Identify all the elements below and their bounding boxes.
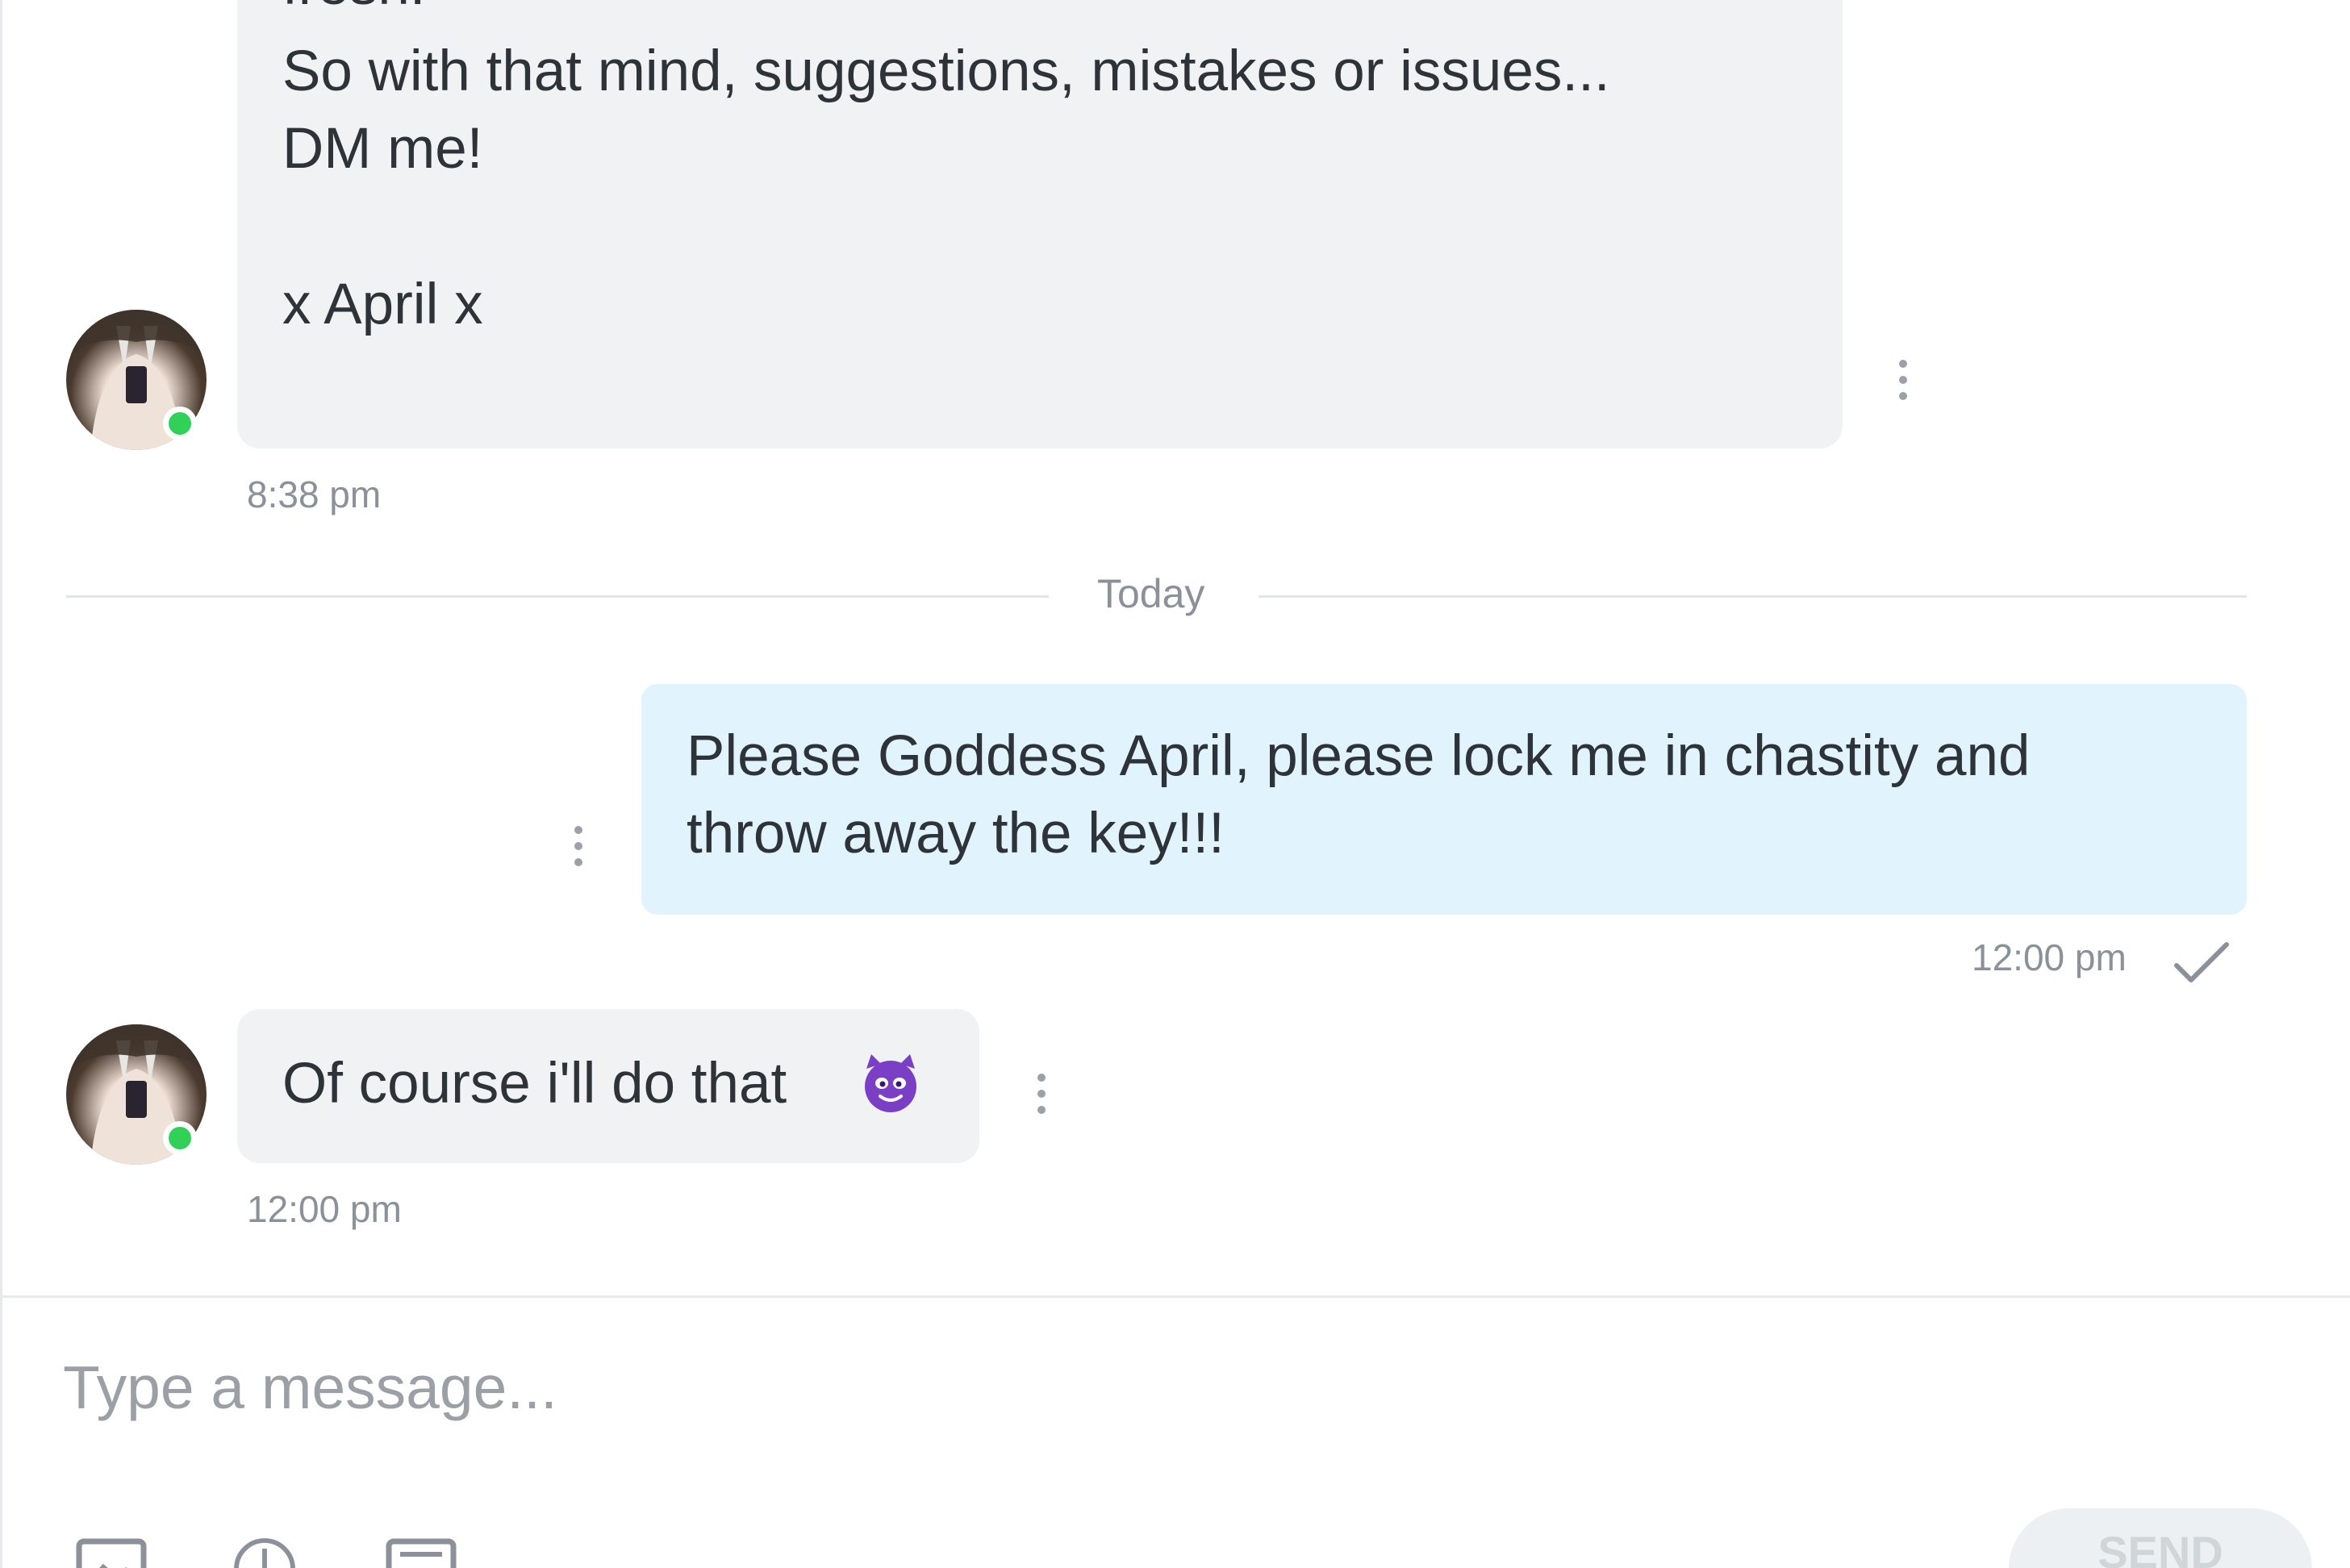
avatar[interactable] — [66, 1024, 207, 1165]
message-text: Of course i'll do that — [282, 1052, 787, 1116]
message-line: Please Goddess April, please lock me in … — [687, 724, 2031, 788]
message-line: So with that mind, suggestions, mistakes… — [282, 40, 1610, 103]
message-options-icon[interactable] — [1033, 1070, 1050, 1119]
day-separator-label: Today — [1097, 571, 1205, 616]
send-button[interactable]: SEND — [2009, 1508, 2312, 1568]
message-time: 8:38 pm — [247, 473, 382, 515]
message-line: throw away the key!!! — [687, 802, 1225, 865]
tip-icon[interactable] — [226, 1537, 303, 1568]
day-divider-left — [66, 595, 1049, 598]
image-icon[interactable] — [74, 1537, 148, 1568]
message-options-icon[interactable] — [570, 823, 586, 871]
online-indicator — [163, 407, 197, 440]
panel-border — [0, 0, 2, 1568]
composer-divider — [0, 1295, 2350, 1298]
online-indicator — [163, 1121, 197, 1155]
avatar[interactable] — [66, 310, 207, 450]
message-input[interactable] — [63, 1347, 1999, 1428]
message-options-icon[interactable] — [1895, 357, 1911, 405]
message-line: DM me! — [282, 117, 483, 181]
gif-icon[interactable] — [384, 1537, 458, 1568]
message-time: 12:00 pm — [1972, 936, 2127, 978]
message-line: x April x — [282, 273, 483, 336]
check-icon — [2174, 942, 2229, 982]
message-line: fresh! — [282, 0, 426, 24]
smiling-imp-emoji-icon — [865, 1054, 916, 1112]
chat-window: fresh! So with that mind, suggestions, m… — [0, 0, 2350, 1568]
message-bubble-outgoing: Please Goddess April, please lock me in … — [641, 684, 2247, 915]
message-time: 12:00 pm — [247, 1188, 402, 1230]
day-divider-right — [1258, 595, 2247, 598]
message-bubble-incoming: fresh! So with that mind, suggestions, m… — [237, 0, 1843, 448]
